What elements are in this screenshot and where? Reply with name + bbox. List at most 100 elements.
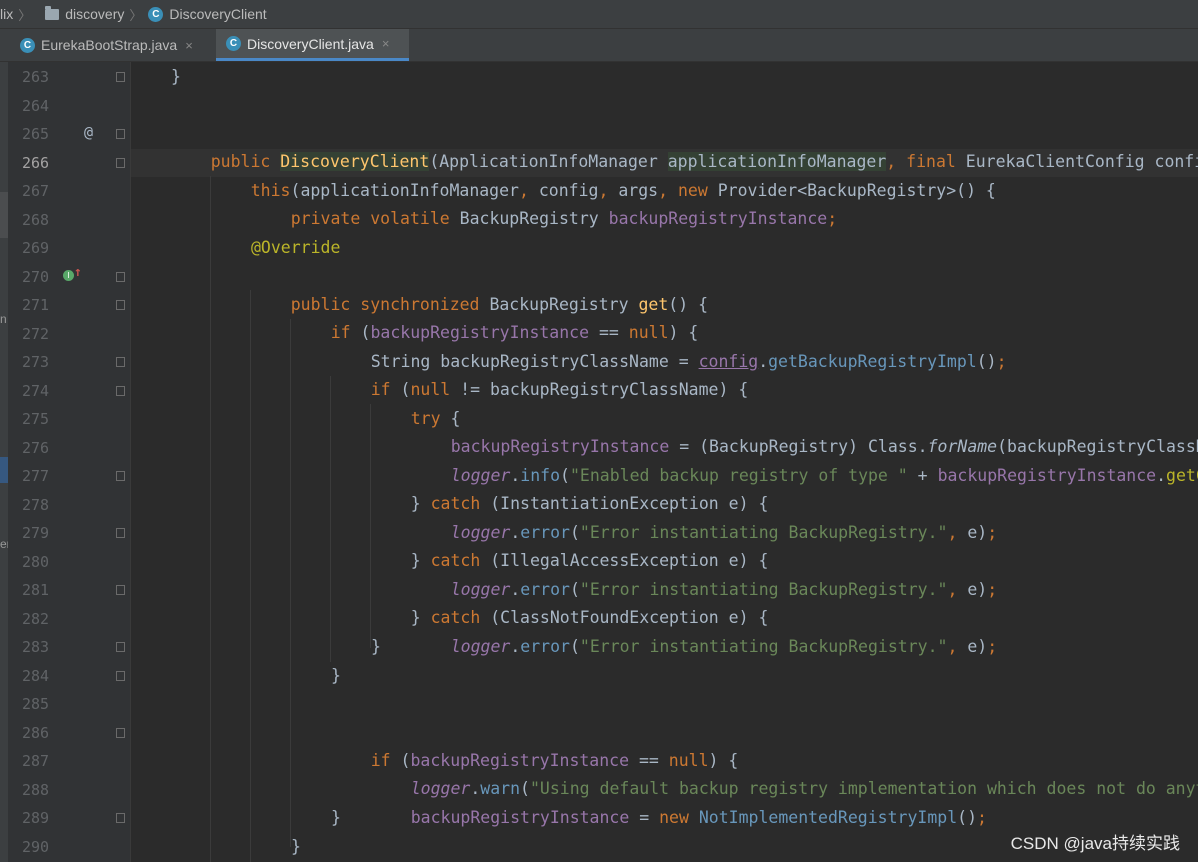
code-line-283: }: [371, 637, 381, 656]
editor-gutter[interactable]: 263 264 265 266 267 268 269 270 271 272 …: [8, 62, 131, 862]
tab-label: EurekaBootStrap.java: [41, 37, 178, 53]
tool-window-button[interactable]: [0, 192, 8, 238]
class-icon: C: [20, 37, 35, 53]
punctuation: ;: [996, 352, 1007, 371]
breadcrumb-item-lix[interactable]: lix: [0, 6, 13, 22]
code-text: +: [907, 466, 938, 485]
keyword: private volatile: [290, 209, 450, 228]
code-line-265: public DiscoveryClient(ApplicationInfoMa…: [171, 120, 1198, 171]
line-number: 276: [22, 439, 50, 457]
indent-guide: [210, 176, 211, 862]
code-line-275: backupRegistryInstance = (BackupRegistry…: [411, 405, 1198, 456]
breadcrumb-label: lix: [0, 6, 14, 22]
breadcrumb-label: discovery: [65, 6, 125, 22]
code-line-287: logger.warn("Using default backup regist…: [371, 747, 1198, 798]
line-number: 282: [22, 610, 50, 628]
fold-icon[interactable]: [116, 642, 125, 652]
line-number: 275: [22, 410, 50, 428]
close-icon[interactable]: ×: [382, 36, 390, 51]
punctuation: ;: [827, 209, 838, 228]
fold-icon[interactable]: [116, 386, 125, 396]
code-line-263: }: [171, 67, 181, 86]
override-icon[interactable]: I: [63, 270, 74, 281]
code-line-282: logger.error("Error instantiating Backup…: [411, 605, 997, 656]
line-number: 264: [22, 97, 50, 115]
code-text: .: [1156, 466, 1167, 485]
tool-window-strip: [0, 62, 8, 862]
line-number: 268: [22, 211, 50, 229]
code-text: e): [957, 637, 988, 656]
line-number: 278: [22, 496, 50, 514]
watermark: CSDN @java持续实践: [1010, 834, 1180, 853]
side-label: n: [0, 312, 7, 326]
code-line-286: if (backupRegistryInstance == null) {: [331, 719, 739, 770]
code-line-280: logger.error("Error instantiating Backup…: [411, 548, 997, 599]
breadcrumb-item-discovery[interactable]: discovery: [37, 5, 125, 22]
punctuation: ;: [987, 637, 998, 656]
code-line-270: public synchronized BackupRegistry get()…: [251, 263, 708, 314]
fold-icon[interactable]: [116, 129, 125, 139]
line-number: 277: [22, 467, 50, 485]
line-number: 290: [22, 838, 50, 856]
field-name: backupRegistryInstance: [410, 808, 630, 827]
code-text: (: [569, 637, 580, 656]
line-number: 288: [22, 781, 50, 799]
punctuation: ;: [977, 808, 987, 827]
punctuation: ;: [987, 523, 998, 542]
line-number: 287: [22, 752, 50, 770]
line-number: 285: [22, 695, 50, 713]
tab-discoveryclient[interactable]: C DiscoveryClient.java ×: [216, 29, 409, 61]
fold-icon[interactable]: [116, 158, 125, 168]
tab-label: DiscoveryClient.java: [247, 35, 374, 52]
class-icon: C: [226, 36, 241, 51]
fold-icon[interactable]: [116, 728, 125, 738]
field-name: logger: [450, 637, 511, 656]
tab-eurekabootstrap[interactable]: C EurekaBootStrap.java ×: [10, 29, 215, 61]
code-line-269: @Override: [251, 238, 341, 257]
fold-icon[interactable]: [116, 272, 125, 282]
fold-icon[interactable]: [116, 813, 125, 823]
fold-icon[interactable]: [116, 471, 125, 481]
line-number: 272: [22, 325, 50, 343]
code-text: e): [957, 580, 988, 599]
code-line-276: logger.info("Enabled backup registry of …: [411, 434, 1198, 485]
line-number: 274: [22, 382, 50, 400]
code-editor[interactable]: } public DiscoveryClient(ApplicationInfo…: [131, 62, 1198, 862]
line-number: 280: [22, 553, 50, 571]
code-text: EurekaClientConfig config,: [965, 152, 1198, 171]
breadcrumb-separator-icon: 〉: [129, 7, 143, 23]
code-text: =: [629, 808, 660, 827]
fold-icon[interactable]: [116, 528, 125, 538]
line-number: 286: [22, 724, 50, 742]
punctuation: ,: [947, 523, 958, 542]
at-icon[interactable]: @: [84, 123, 93, 141]
punctuation: ,: [947, 637, 958, 656]
fold-icon[interactable]: [116, 357, 125, 367]
code-line-271: if (backupRegistryInstance == null) {: [291, 291, 699, 342]
class-icon: C: [148, 6, 164, 22]
punctuation: ,: [947, 580, 958, 599]
breadcrumb-item-discoveryclient[interactable]: C DiscoveryClient: [148, 6, 267, 22]
line-number-current: 266: [22, 154, 50, 172]
class-name: NotImplementedRegistryImpl: [688, 808, 958, 827]
code-text: .: [510, 637, 521, 656]
code-text: .: [758, 352, 769, 371]
line-number: 269: [22, 239, 50, 257]
breadcrumb: lix 〉 discovery 〉 C DiscoveryClient: [0, 0, 1198, 29]
fold-icon[interactable]: [116, 300, 125, 310]
code-line-266: this(applicationInfoManager, config, arg…: [211, 149, 996, 200]
code-text: (): [976, 352, 997, 371]
close-icon[interactable]: ×: [185, 38, 193, 53]
editor-tab-bar: C EurekaBootStrap.java × C DiscoveryClie…: [0, 29, 1198, 62]
fold-icon[interactable]: [116, 671, 125, 681]
line-number: 283: [22, 638, 50, 656]
folder-icon: [45, 5, 60, 20]
tool-window-button-active[interactable]: [0, 457, 8, 483]
code-text: (): [957, 808, 978, 827]
fold-icon[interactable]: [116, 585, 125, 595]
fold-icon[interactable]: [116, 72, 125, 82]
method-name: error: [520, 637, 570, 656]
code-line-273: if (null != backupRegistryClassName) {: [331, 348, 749, 399]
line-number: 265: [22, 125, 50, 143]
code-line-279: } catch (IllegalAccessException e) {: [371, 519, 769, 570]
